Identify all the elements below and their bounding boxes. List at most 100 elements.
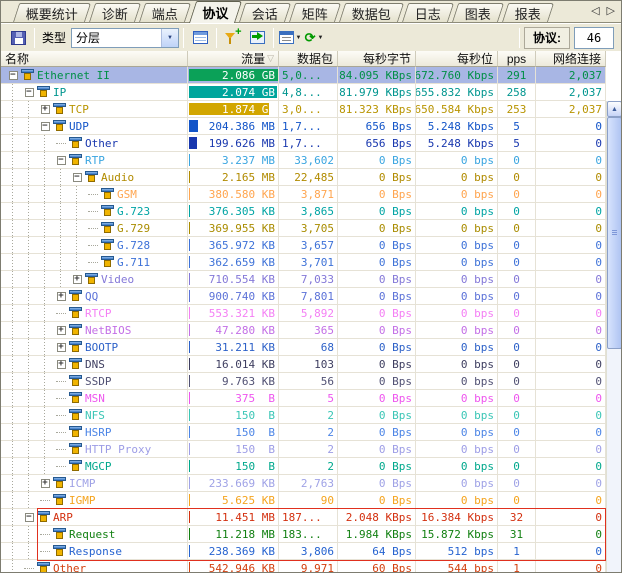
network-connections-cell: 0 bbox=[536, 322, 606, 339]
tree-row-Other[interactable]: Other 542.946 KB 9,971 60 Bps 544 bps 1 0 bbox=[1, 560, 621, 572]
column-header-每秒字节[interactable]: 每秒字节 bbox=[338, 51, 416, 67]
add-filter-button[interactable]: + bbox=[221, 26, 245, 49]
tab-图表[interactable]: 图表 bbox=[452, 3, 505, 22]
expand-toggle-icon[interactable]: + bbox=[56, 291, 66, 301]
traffic-bar bbox=[189, 239, 190, 251]
tab-矩阵[interactable]: 矩阵 bbox=[289, 3, 342, 22]
collapse-toggle-icon[interactable]: − bbox=[24, 87, 34, 97]
scrollbar-thumb[interactable] bbox=[607, 117, 621, 349]
protocol-name-cell: IGMP bbox=[1, 492, 188, 509]
tree-row-Other[interactable]: Other 199.626 MB 1,7... 656 Bps 5.248 Kbps 5 0 bbox=[1, 135, 621, 152]
bits-per-second-cell: 0 bps bbox=[416, 407, 498, 424]
collapse-toggle-icon[interactable]: − bbox=[40, 121, 50, 131]
toolbar-separator bbox=[519, 27, 520, 48]
tree-branch-stub bbox=[56, 431, 66, 433]
bits-per-second-cell: 0 bps bbox=[416, 254, 498, 271]
tabs-scroll-right-button[interactable]: ▷ bbox=[607, 4, 615, 17]
tree-row-HTTP Proxy[interactable]: HTTP Proxy 150 B20 Bps 0 bps 0 0 bbox=[1, 441, 621, 458]
expand-toggle-icon[interactable]: + bbox=[72, 274, 82, 284]
protocol-name: Ethernet II bbox=[37, 68, 110, 82]
tree-row-Ethernet II[interactable]: − Ethernet II 2.086 GB 5,0... 84.095 KBps 672… bbox=[1, 67, 621, 84]
column-header-pps[interactable]: pps bbox=[498, 51, 536, 67]
tree-row-QQ[interactable]: + QQ 900.740 KB 7,801 0 Bps 0 bps 0 0 bbox=[1, 288, 621, 305]
expand-toggle-icon[interactable]: + bbox=[40, 478, 50, 488]
column-header-label: 每秒位 bbox=[456, 52, 493, 66]
tree-row-BOOTP[interactable]: + BOOTP 31.211 KB 68 0 Bps 0 bps 0 0 bbox=[1, 339, 621, 356]
tree-row-Request[interactable]: Request 11.218 MB 183... 1.984 KBps 15.872 K… bbox=[1, 526, 621, 543]
tree-row-IP[interactable]: − IP 2.074 GB 4,8... 81.979 KBps 655.832 Kbps… bbox=[1, 84, 621, 101]
traffic-value: 542.946 KB bbox=[208, 561, 275, 573]
tab-数据包[interactable]: 数据包 bbox=[339, 3, 405, 22]
traffic-value: 3.237 MB bbox=[222, 153, 275, 167]
tab-会话[interactable]: 会话 bbox=[239, 3, 292, 22]
combo-dropdown-button[interactable]: ▼ bbox=[161, 28, 179, 47]
tree-row-ARP[interactable]: − ARP 11.451 MB 187... 2.048 KBps 16.384 Kbps… bbox=[1, 509, 621, 526]
traffic-value: 11.451 MB bbox=[215, 510, 275, 524]
tree-row-G.723[interactable]: G.723 376.305 KB 3,865 0 Bps 0 bps 0 0 bbox=[1, 203, 621, 220]
tree-row-Audio[interactable]: − Audio 2.165 MB 22,485 0 Bps 0 bps 0 0 bbox=[1, 169, 621, 186]
column-header-每秒位[interactable]: 每秒位 bbox=[416, 51, 498, 67]
expand-toggle-icon[interactable]: + bbox=[56, 359, 66, 369]
tree-row-GSM[interactable]: GSM 380.580 KB 3,871 0 Bps 0 bps 0 0 bbox=[1, 186, 621, 203]
column-header-label: 网络连接 bbox=[552, 52, 601, 66]
tree-row-ICMP[interactable]: + ICMP 233.669 KB 2,763 0 Bps 0 bps 0 0 bbox=[1, 475, 621, 492]
tabs-scroll-left-button[interactable]: ◁ bbox=[591, 4, 599, 17]
column-header-数据包[interactable]: 数据包 bbox=[279, 51, 338, 67]
collapse-toggle-icon[interactable]: − bbox=[24, 512, 34, 522]
bytes-per-second-cell: 0 Bps bbox=[338, 186, 416, 203]
scroll-up-button[interactable]: ▲ bbox=[607, 101, 621, 117]
traffic-value: 233.669 KB bbox=[208, 476, 275, 490]
tree-branch-stub bbox=[40, 499, 50, 501]
tree-row-RTP[interactable]: − RTP 3.237 MB 33,602 0 Bps 0 bps 0 0 bbox=[1, 152, 621, 169]
tree-guide-line bbox=[37, 135, 53, 151]
tree-row-RTCP[interactable]: RTCP 553.321 KB 5,892 0 Bps 0 bps 0 0 bbox=[1, 305, 621, 322]
tree-row-Video[interactable]: + Video 710.554 KB 7,033 0 Bps 0 bps 0 0 bbox=[1, 271, 621, 288]
tree-row-TCP[interactable]: + TCP 1.874 GB 3,0... 81.323 KBps 650.584 Kbp… bbox=[1, 101, 621, 118]
export-button[interactable] bbox=[245, 27, 269, 49]
layout-type-select[interactable]: 分层 ▼ bbox=[71, 27, 180, 48]
details-view-button[interactable] bbox=[188, 27, 212, 49]
network-connections-cell: 0 bbox=[536, 424, 606, 441]
tree-row-G.728[interactable]: G.728 365.972 KB 3,657 0 Bps 0 bps 0 0 bbox=[1, 237, 621, 254]
tree-row-NetBIOS[interactable]: + NetBIOS 47.280 KB 365 0 Bps 0 bps 0 0 bbox=[1, 322, 621, 339]
refresh-button[interactable]: ⟳ ▼ bbox=[302, 27, 326, 49]
collapse-toggle-icon[interactable]: − bbox=[56, 155, 66, 165]
tree-row-UDP[interactable]: − UDP 204.386 MB 1,7... 656 Bps 5.248 Kbps 5 0 bbox=[1, 118, 621, 135]
traffic-value: 47.280 KB bbox=[215, 323, 275, 337]
collapse-toggle-icon[interactable]: − bbox=[8, 70, 18, 80]
tree-guide-line bbox=[37, 441, 53, 457]
column-header-网络连接[interactable]: 网络连接 bbox=[536, 51, 606, 67]
tree-row-MSN[interactable]: MSN 375 B50 Bps 0 bps 0 0 bbox=[1, 390, 621, 407]
column-chooser-button[interactable]: ▼ bbox=[278, 27, 302, 49]
tree-row-IGMP[interactable]: IGMP 5.625 KB 90 0 Bps 0 bps 0 0 bbox=[1, 492, 621, 509]
tree-row-NFS[interactable]: NFS 150 B20 Bps 0 bps 0 0 bbox=[1, 407, 621, 424]
tab-概要统计[interactable]: 概要统计 bbox=[13, 3, 92, 22]
expand-toggle-icon[interactable]: + bbox=[40, 104, 50, 114]
tree-row-Response[interactable]: Response 238.369 KB 3,806 64 Bps 512 bps 1 0 bbox=[1, 543, 621, 560]
tree-row-HSRP[interactable]: HSRP 150 B20 Bps 0 bps 0 0 bbox=[1, 424, 621, 441]
column-header-名称[interactable]: 名称 bbox=[1, 51, 188, 67]
tree-row-MGCP[interactable]: MGCP 150 B20 Bps 0 bps 0 0 bbox=[1, 458, 621, 475]
tab-端点[interactable]: 端点 bbox=[139, 3, 192, 22]
tree-row-G.711[interactable]: G.711 362.659 KB 3,701 0 Bps 0 bps 0 0 bbox=[1, 254, 621, 271]
vertical-scrollbar[interactable]: ▲ ▼ bbox=[606, 101, 621, 572]
network-connections-cell: 0 bbox=[536, 118, 606, 135]
tree-guide-line bbox=[21, 492, 37, 508]
traffic-bar bbox=[189, 392, 190, 404]
protocol-icon bbox=[37, 86, 50, 98]
save-button[interactable] bbox=[6, 27, 30, 49]
tab-诊断[interactable]: 诊断 bbox=[89, 3, 142, 22]
tab-协议[interactable]: 协议 bbox=[189, 1, 243, 23]
tree-row-DNS[interactable]: + DNS 16.014 KB 103 0 Bps 0 bps 0 0 bbox=[1, 356, 621, 373]
tree-row-SSDP[interactable]: SSDP 9.763 KB 56 0 Bps 0 bps 0 0 bbox=[1, 373, 621, 390]
expand-toggle-icon[interactable]: + bbox=[56, 325, 66, 335]
tree-guide-line bbox=[53, 271, 69, 287]
tab-报表[interactable]: 报表 bbox=[502, 3, 555, 22]
bits-per-second-cell: 672.760 Kbps bbox=[416, 67, 498, 84]
column-header-流量[interactable]: 流量 ▽ bbox=[188, 51, 279, 67]
tree-row-G.729[interactable]: G.729 369.955 KB 3,705 0 Bps 0 bps 0 0 bbox=[1, 220, 621, 237]
collapse-toggle-icon[interactable]: − bbox=[72, 172, 82, 182]
expand-toggle-icon[interactable]: + bbox=[56, 342, 66, 352]
tree-guide-line bbox=[5, 305, 21, 321]
tab-日志[interactable]: 日志 bbox=[402, 3, 455, 22]
